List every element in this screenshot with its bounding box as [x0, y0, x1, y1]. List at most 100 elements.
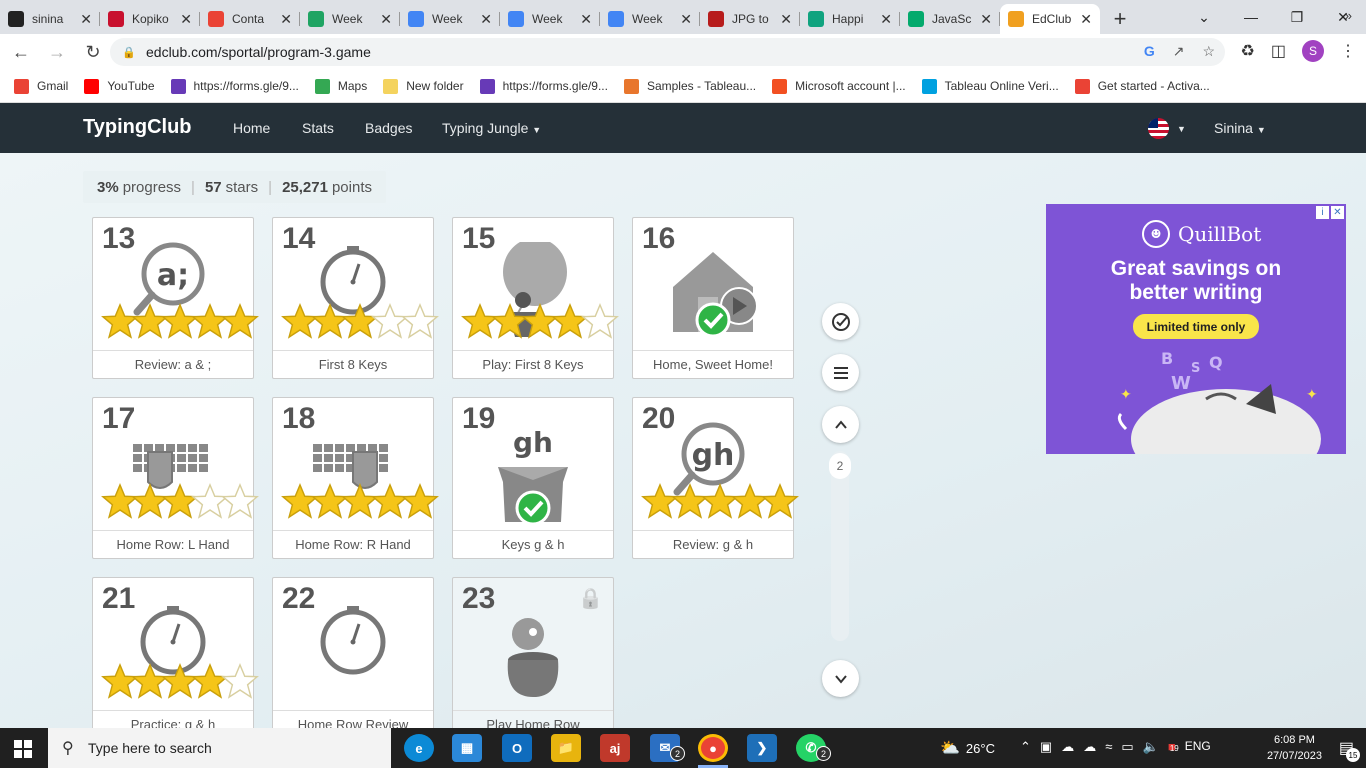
- weather-widget[interactable]: ⛅ 26°C: [940, 738, 995, 758]
- page-scroll-track[interactable]: [831, 451, 849, 641]
- google-icon[interactable]: G: [1144, 43, 1155, 60]
- nav-stats[interactable]: Stats: [302, 120, 334, 136]
- wifi-icon[interactable]: ≈: [1105, 739, 1112, 755]
- menu-kebab-icon[interactable]: ⋮: [1340, 41, 1356, 61]
- tab-close-icon[interactable]: ✕: [980, 11, 992, 28]
- tab-search-icon[interactable]: ⌄: [1181, 0, 1227, 34]
- side-panel-icon[interactable]: ◫: [1271, 41, 1286, 61]
- battery-icon[interactable]: ▭: [1121, 739, 1133, 755]
- reload-icon[interactable]: ↻: [78, 37, 108, 67]
- maximize-icon[interactable]: ❐: [1274, 0, 1320, 34]
- forward-icon[interactable]: →: [42, 37, 72, 67]
- list-view-button[interactable]: [822, 354, 859, 391]
- url-field[interactable]: 🔒 edclub.com/sportal/program-3.game G ↗ …: [110, 38, 1225, 66]
- back-icon[interactable]: ←: [6, 37, 36, 67]
- share-icon[interactable]: ↗: [1173, 43, 1185, 60]
- svg-text:✦: ✦: [1120, 386, 1132, 402]
- clock[interactable]: 6:08 PM 27/07/2023: [1267, 732, 1322, 764]
- bookmark-star-icon[interactable]: ☆: [1202, 43, 1215, 60]
- taskbar-search[interactable]: ⚲ Type here to search: [48, 728, 391, 768]
- tab-close-icon[interactable]: ✕: [580, 11, 592, 28]
- bookmark-item[interactable]: Samples - Tableau...: [623, 78, 756, 94]
- tab-close-icon[interactable]: ✕: [680, 11, 692, 28]
- aj-app-icon[interactable]: aj: [600, 734, 630, 762]
- bookmark-item[interactable]: New folder: [383, 78, 464, 94]
- browser-tab[interactable]: Week ✕: [600, 4, 700, 34]
- file-explorer-icon[interactable]: 📁: [551, 734, 581, 762]
- store-icon[interactable]: ▦: [452, 734, 482, 762]
- tab-close-icon[interactable]: ✕: [80, 11, 92, 28]
- check-progress-button[interactable]: [822, 303, 859, 340]
- bookmark-item[interactable]: https://forms.gle/9...: [479, 78, 608, 94]
- page-down-button[interactable]: [822, 660, 859, 697]
- bookmark-item[interactable]: Gmail: [14, 78, 68, 94]
- browser-tab[interactable]: EdClub ✕: [1000, 4, 1100, 34]
- notifications-icon[interactable]: ▤ 15: [1339, 738, 1360, 762]
- volume-icon[interactable]: 🔈: [1143, 739, 1159, 755]
- lesson-title: Home, Sweet Home!: [633, 350, 793, 378]
- nav-typing-jungle[interactable]: Typing Jungle ▼: [442, 120, 541, 136]
- lesson-card[interactable]: 13 a; Review: a & ;: [92, 217, 259, 379]
- outlook-icon[interactable]: O: [502, 734, 532, 762]
- lesson-card[interactable]: 16 Home, Sweet Home!: [632, 217, 794, 379]
- windows-start-icon[interactable]: [14, 740, 32, 758]
- tab-close-icon[interactable]: ✕: [180, 11, 192, 28]
- tab-close-icon[interactable]: ✕: [380, 11, 392, 28]
- nav-home[interactable]: Home: [233, 120, 270, 136]
- nav-badges[interactable]: Badges: [365, 120, 412, 136]
- quillbot-ad[interactable]: i ✕ ☻ QuillBot Great savings on better w…: [1046, 204, 1346, 454]
- browser-tab[interactable]: Week ✕: [400, 4, 500, 34]
- browser-tab[interactable]: Kopiko ✕: [100, 4, 200, 34]
- lesson-card[interactable]: 14 First 8 Keys: [272, 217, 439, 379]
- ad-info-icon[interactable]: i: [1316, 206, 1329, 219]
- tab-close-icon[interactable]: ✕: [780, 11, 792, 28]
- tab-close-icon[interactable]: ✕: [880, 11, 892, 28]
- bookmark-item[interactable]: Get started - Activa...: [1074, 78, 1210, 94]
- lesson-card[interactable]: 22 Home Row Review: [272, 577, 434, 728]
- browser-tab[interactable]: sinina ✕: [0, 4, 100, 34]
- meet-icon[interactable]: ▣: [1040, 739, 1052, 755]
- lesson-title: Home Row: L Hand: [93, 530, 253, 558]
- tab-close-icon[interactable]: ✕: [280, 11, 292, 28]
- onedrive-icon[interactable]: ☁: [1061, 739, 1074, 755]
- browser-tab[interactable]: Happi ✕: [800, 4, 900, 34]
- bookmark-item[interactable]: Tableau Online Veri...: [921, 78, 1059, 94]
- new-tab-button[interactable]: +: [1100, 4, 1140, 34]
- lesson-card[interactable]: 19 gh Keys g & h: [452, 397, 614, 559]
- lesson-card[interactable]: 20 gh Review: g & h: [632, 397, 799, 559]
- onedrive-icon[interactable]: ☁: [1083, 739, 1096, 755]
- user-menu[interactable]: Sinina ▼: [1214, 120, 1266, 136]
- lesson-card[interactable]: 18 Home Row: R Hand: [272, 397, 439, 559]
- close-window-icon[interactable]: ✕: [1320, 0, 1366, 34]
- typingclub-logo[interactable]: TypingClub: [83, 116, 192, 139]
- tab-close-icon[interactable]: ✕: [1080, 11, 1092, 28]
- profile-avatar[interactable]: S: [1302, 40, 1324, 62]
- lesson-card[interactable]: 23 🔒 Play Home Row: [452, 577, 614, 728]
- page-up-button[interactable]: [822, 406, 859, 443]
- language-indicator[interactable]: ENG: [1185, 739, 1211, 755]
- minimize-icon[interactable]: —: [1228, 0, 1274, 34]
- language-caret-icon[interactable]: ▼: [1177, 124, 1186, 134]
- ad-close-icon[interactable]: ✕: [1331, 206, 1344, 219]
- bookmark-item[interactable]: https://forms.gle/9...: [170, 78, 299, 94]
- ad-cta-button[interactable]: Limited time only: [1133, 314, 1259, 339]
- browser-tab[interactable]: JPG to ✕: [700, 4, 800, 34]
- bookmark-item[interactable]: Microsoft account |...: [772, 78, 906, 94]
- lesson-card[interactable]: 15 Play: First 8 Keys: [452, 217, 619, 379]
- us-flag-icon[interactable]: [1148, 118, 1169, 139]
- tray-overflow-icon[interactable]: ⌃: [1020, 739, 1031, 755]
- calendar-app-icon[interactable]: ■ 19: [1168, 739, 1179, 755]
- browser-tab[interactable]: JavaSc ✕: [900, 4, 1000, 34]
- lesson-card[interactable]: 21 Practice: g & h: [92, 577, 259, 728]
- browser-tab[interactable]: Conta ✕: [200, 4, 300, 34]
- edge-icon[interactable]: e: [404, 734, 434, 762]
- bookmark-item[interactable]: Maps: [314, 78, 367, 94]
- tab-close-icon[interactable]: ✕: [480, 11, 492, 28]
- bookmark-item[interactable]: YouTube: [84, 78, 155, 94]
- vscode-icon[interactable]: ❯: [747, 734, 777, 762]
- browser-tab[interactable]: Week ✕: [500, 4, 600, 34]
- chrome-icon[interactable]: ●: [698, 734, 728, 762]
- extensions-icon[interactable]: ♻: [1241, 41, 1255, 61]
- browser-tab[interactable]: Week ✕: [300, 4, 400, 34]
- lesson-card[interactable]: 17 Home Row: L Hand: [92, 397, 259, 559]
